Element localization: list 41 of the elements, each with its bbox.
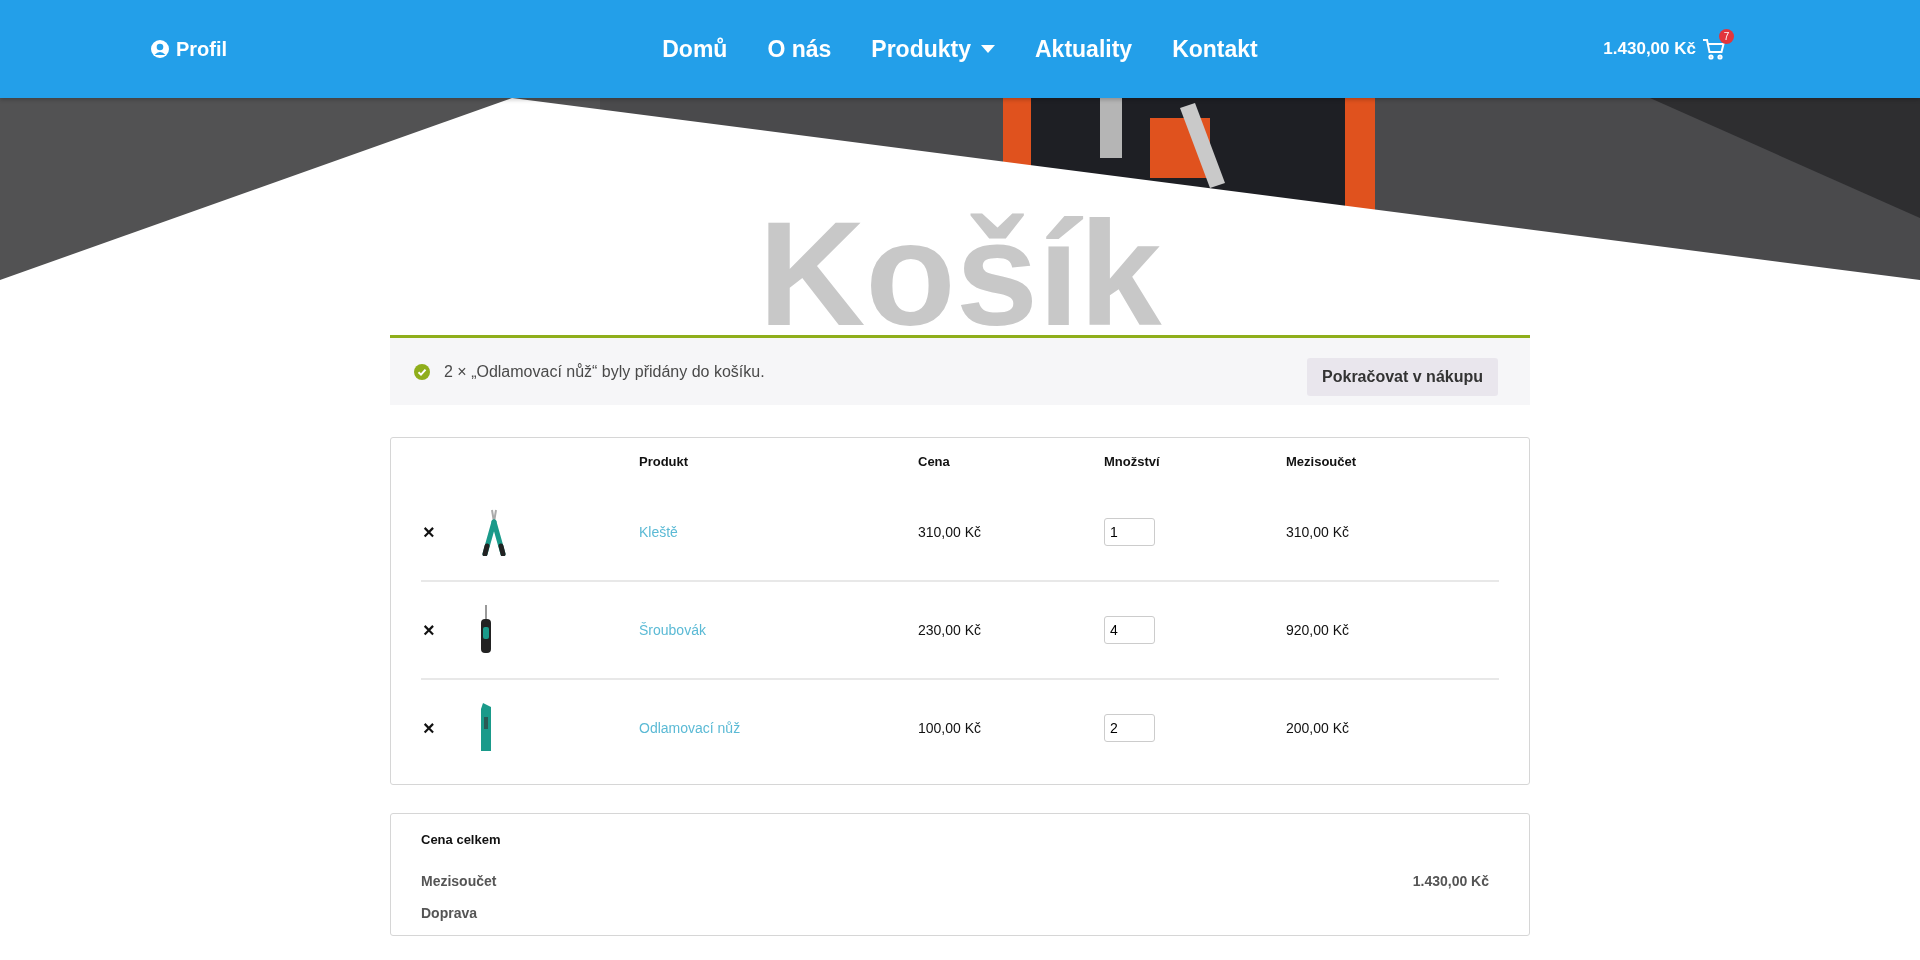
nav-link[interactable]: O nás [767, 35, 832, 63]
remove-item-button[interactable]: × [421, 520, 479, 544]
cart-button[interactable]: 7 [1702, 29, 1734, 61]
nav-link[interactable]: Kontakt [1172, 35, 1258, 63]
totals-label: Doprava [421, 905, 478, 921]
continue-shopping-button[interactable]: Pokračovat v nákupu [1307, 357, 1498, 396]
price-cell-text: 310,00 Kč [918, 524, 983, 540]
profile-link[interactable]: Profil [150, 37, 228, 61]
column-header: Produkt [639, 453, 690, 469]
caret-icon [981, 45, 995, 53]
column-header: Mezisoučet [1286, 453, 1358, 469]
cart-icon [1702, 37, 1726, 61]
price-cell-text: 230,00 Kč [918, 622, 983, 638]
user-icon [150, 39, 170, 59]
subtotal-cell-text: 920,00 Kč [1286, 622, 1351, 638]
quantity-input[interactable]: 1 [1104, 518, 1155, 546]
notice-message: 2 × „Odlamovací nůž“ byly přidány do košíku. [444, 362, 765, 381]
totals-label: Mezisoučet [421, 873, 497, 889]
subtotal-cell-text: 310,00 Kč [1286, 524, 1351, 540]
column-header: Cena [918, 453, 951, 469]
cart-count-badge: 7 [1719, 29, 1734, 44]
totals-title: Cena celkem [421, 831, 502, 849]
totals-value: 1.430,00 Kč [1412, 873, 1489, 889]
product-link[interactable]: Kleště [639, 524, 918, 540]
quantity-input[interactable]: 4 [1104, 616, 1155, 644]
profile-label: Profil [176, 37, 228, 61]
quantity-input[interactable]: 2 [1104, 714, 1155, 742]
nav-link[interactable]: Domů [662, 35, 728, 63]
nav-link[interactable]: Aktuality [1035, 35, 1133, 63]
remove-item-button[interactable]: × [421, 716, 479, 740]
nav-link[interactable]: Produkty [871, 35, 995, 63]
cart-total[interactable]: 1.430,00 Kč [1603, 39, 1696, 59]
product-link[interactable]: Šroubovák [639, 622, 918, 638]
subtotal-cell-text: 200,00 Kč [1286, 720, 1351, 736]
remove-item-button[interactable]: × [421, 618, 479, 642]
check-icon [414, 363, 430, 380]
price-cell-text: 100,00 Kč [918, 720, 983, 736]
screwdriver-icon [479, 605, 493, 655]
product-link[interactable]: Odlamovací nůž [639, 720, 918, 736]
utility-knife-icon [479, 703, 493, 753]
column-header: Množství [1104, 453, 1161, 469]
